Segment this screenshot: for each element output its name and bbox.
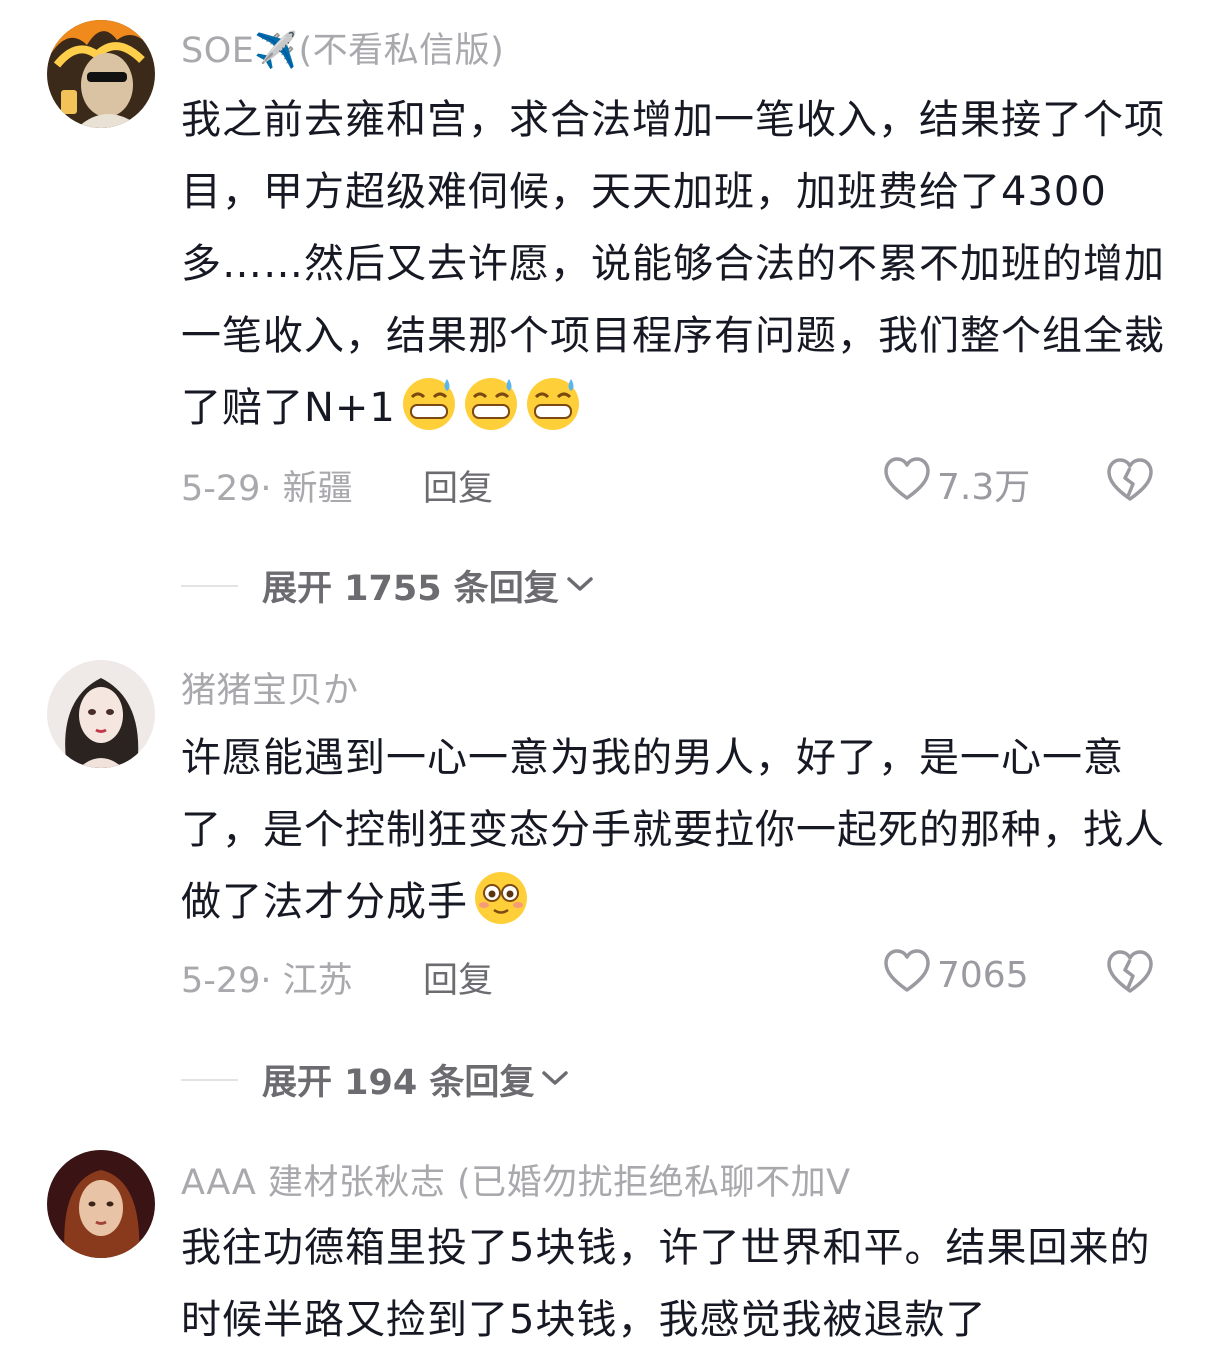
username[interactable]: AAA 建材张秋志 (已婚勿扰拒绝私聊不加V <box>181 1154 851 1205</box>
reply-button[interactable]: 回复 <box>423 460 493 511</box>
comment-text: 许愿能遇到一心一意为我的男人，好了，是一心一意了，是个控制狂变态分手就要拉你一起… <box>181 722 1166 938</box>
broken-heart-icon[interactable] <box>1105 456 1155 506</box>
comment-text: 我之前去雍和宫，求合法增加一笔收入，结果接了个项目，甲方超级难伺候，天天加班，加… <box>181 84 1166 444</box>
chevron-down-icon <box>534 1067 570 1093</box>
username[interactable]: SOE✈️(不看私信版) <box>181 22 504 73</box>
broken-heart-icon[interactable] <box>1105 948 1155 998</box>
date-location: 5-29· 新疆 <box>181 469 353 509</box>
comment-text: 我往功德箱里投了5块钱，许了世界和平。结果回来的时候半路又捡到了5块钱，我感觉我… <box>181 1225 1151 1343</box>
like-button[interactable]: 7.3万 <box>883 456 1030 511</box>
expand-replies-label: 展开 1755 条回复 <box>262 569 559 609</box>
expand-replies-button[interactable]: 展开 194 条回复 <box>181 1054 570 1105</box>
reply-button[interactable]: 回复 <box>423 952 493 1003</box>
like-button[interactable]: 7065 <box>883 948 1029 1003</box>
chevron-down-icon <box>559 573 595 599</box>
expand-replies-button[interactable]: 展开 1755 条回复 <box>181 560 595 611</box>
heart-outline-icon <box>883 948 931 1003</box>
avatar[interactable] <box>47 1150 155 1258</box>
grin-sweat-emoji <box>524 373 582 431</box>
like-count: 7.3万 <box>937 466 1031 508</box>
date-location: 5-29· 江苏 <box>181 961 353 1001</box>
divider <box>181 584 238 587</box>
username[interactable]: 猪猪宝贝か <box>181 662 359 713</box>
grin-sweat-emoji <box>400 373 458 431</box>
like-count: 7065 <box>937 955 1029 996</box>
avatar[interactable] <box>47 20 155 128</box>
grin-sweat-emoji <box>462 373 520 431</box>
heart-outline-icon <box>883 456 931 511</box>
comment-body: 许愿能遇到一心一意为我的男人，好了，是一心一意了，是个控制狂变态分手就要拉你一起… <box>181 735 1165 925</box>
divider <box>181 1078 238 1081</box>
comment-body: 我之前去雍和宫，求合法增加一笔收入，结果接了个项目，甲方超级难伺候，天天加班，加… <box>181 97 1165 431</box>
avatar[interactable] <box>47 660 155 768</box>
expand-replies-label: 展开 194 条回复 <box>262 1063 535 1103</box>
flushed-emoji <box>472 867 530 925</box>
